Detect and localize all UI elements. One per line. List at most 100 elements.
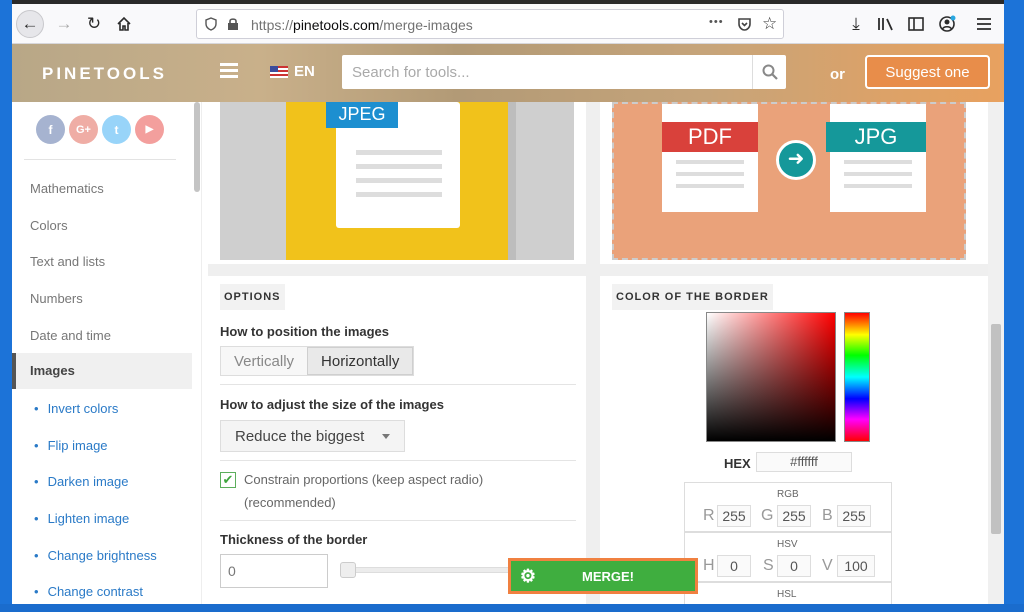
main-content: JPEG PDF JPG ➜ OPTIONS How to position t…: [208, 102, 990, 604]
hsv-group: HSV H 0 S 0 V 100: [684, 532, 892, 582]
search-button[interactable]: [752, 55, 786, 89]
border-thickness-input[interactable]: 0: [220, 554, 328, 588]
forward-button[interactable]: →: [50, 10, 78, 38]
desktop-edge-right: [1004, 0, 1024, 612]
hex-input[interactable]: #ffffff: [756, 452, 852, 472]
hsl-title: HSL: [777, 589, 797, 600]
account-icon: [939, 15, 956, 32]
search-icon: [762, 64, 778, 80]
v-label: V: [822, 557, 833, 574]
merge-button[interactable]: ⚙ MERGE!: [508, 558, 698, 594]
constrain-label[interactable]: Constrain proportions (keep aspect radio…: [244, 468, 483, 514]
s-label: S: [763, 557, 774, 574]
account-button[interactable]: [933, 10, 961, 38]
sidebar-sub-change-brightness[interactable]: Change brightness: [34, 548, 157, 563]
reload-icon: ↻: [86, 14, 102, 33]
youtube-icon[interactable]: ▶: [135, 115, 164, 144]
suggest-tool-button[interactable]: Suggest one: [865, 55, 990, 89]
downloads-button[interactable]: ⤓: [842, 10, 870, 38]
position-label: How to position the images: [220, 324, 390, 339]
url-text[interactable]: https://pinetools.com/merge-images: [251, 17, 473, 33]
sidebar-item-text-and-lists[interactable]: Text and lists: [30, 254, 105, 269]
b-input[interactable]: 255: [837, 505, 871, 527]
options-card: OPTIONS How to position the images Verti…: [208, 276, 586, 604]
sidebar-item-mathematics[interactable]: Mathematics: [30, 181, 104, 196]
us-flag-icon: [270, 65, 288, 78]
sidebar-item-colors[interactable]: Colors: [30, 218, 68, 233]
border-thickness-label: Thickness of the border: [220, 532, 368, 547]
border-thickness-slider[interactable]: [342, 567, 512, 573]
arrow-right-circle-icon: ➜: [776, 140, 816, 180]
s-input[interactable]: 0: [777, 555, 811, 577]
sidebar-toggle-button[interactable]: [902, 10, 930, 38]
facebook-icon[interactable]: f: [36, 115, 65, 144]
checkmark-icon: ✔: [222, 472, 234, 487]
g-input[interactable]: 255: [777, 505, 811, 527]
h-label: H: [703, 557, 715, 574]
sidebar-sub-change-contrast[interactable]: Change contrast: [34, 584, 143, 599]
slider-handle[interactable]: [340, 562, 356, 578]
v-input[interactable]: 100: [837, 555, 875, 577]
pocket-icon[interactable]: [737, 17, 752, 32]
size-select[interactable]: Reduce the biggest: [220, 420, 406, 452]
bookmark-star-icon[interactable]: ☆: [762, 14, 777, 34]
google-plus-icon[interactable]: G+: [69, 115, 98, 144]
sidebar-item-date-and-time[interactable]: Date and time: [30, 328, 111, 343]
hamburger-icon: [977, 18, 991, 30]
chevron-down-icon: [382, 433, 391, 439]
language-selector[interactable]: EN: [270, 63, 315, 80]
desktop-edge-bottom: [0, 604, 1024, 612]
sidebar-sub-flip-image[interactable]: Flip image: [34, 438, 108, 453]
sidebar-sub-lighten-image[interactable]: Lighten image: [34, 511, 130, 526]
sidebar-item-images[interactable]: Images: [12, 353, 192, 389]
sidebar-sub-darken-image[interactable]: Darken image: [34, 474, 129, 489]
home-icon: [117, 16, 131, 31]
shield-icon[interactable]: [205, 17, 217, 31]
home-button[interactable]: [110, 10, 138, 38]
color-picker-square[interactable]: [706, 312, 836, 442]
site-logo[interactable]: PINETOOLS: [42, 64, 167, 84]
sidebar-scrollbar[interactable]: [194, 102, 200, 192]
hue-slider[interactable]: [844, 312, 870, 442]
library-button[interactable]: [872, 10, 900, 38]
size-label: How to adjust the size of the images: [220, 397, 444, 412]
url-bar[interactable]: https://pinetools.com/merge-images ••• ☆: [196, 9, 784, 39]
lock-icon[interactable]: [227, 17, 239, 31]
h-input[interactable]: 0: [717, 555, 751, 577]
sidebar: f G+ t ▶ Mathematics Colors Text and lis…: [12, 102, 202, 604]
sidebar-divider: [24, 159, 176, 160]
right-image-card: PDF JPG ➜: [600, 102, 990, 264]
language-label: EN: [294, 63, 315, 80]
back-button[interactable]: ←: [16, 10, 44, 38]
vertically-option[interactable]: Vertically: [221, 347, 308, 375]
reload-button[interactable]: ↻: [80, 10, 108, 38]
sidebar-sub-invert-colors[interactable]: Invert colors: [34, 401, 119, 416]
horizontally-option[interactable]: Horizontally: [307, 347, 414, 375]
hsv-title: HSV: [777, 539, 798, 550]
constrain-checkbox[interactable]: ✔: [220, 472, 236, 488]
twitter-icon[interactable]: t: [102, 115, 131, 144]
constrain-label-text: Constrain proportions (keep aspect radio…: [244, 472, 484, 487]
jpg-document-icon: [830, 104, 926, 212]
menu-button[interactable]: [970, 10, 998, 38]
page-actions-icon[interactable]: •••: [709, 16, 724, 28]
rgb-title: RGB: [777, 489, 799, 500]
search-box: [342, 55, 786, 89]
page-scrollbar-thumb[interactable]: [991, 324, 1001, 534]
or-text: or: [830, 66, 845, 83]
download-icon: ⤓: [852, 14, 860, 33]
browser-toolbar: ← → ↻ https://pinetools.com/merge-images…: [12, 4, 1004, 44]
gear-icon: ⚙: [519, 565, 537, 586]
position-toggle: Vertically Horizontally: [220, 346, 415, 376]
library-icon: [878, 18, 893, 31]
r-input[interactable]: 255: [717, 505, 751, 527]
search-input[interactable]: [342, 55, 752, 89]
sidebar-icon: [908, 17, 924, 31]
sidebar-item-numbers[interactable]: Numbers: [30, 291, 83, 306]
color-card: COLOR OF THE BORDER HEX #ffffff RGB R 25…: [600, 276, 990, 604]
hsl-group: HSL: [684, 582, 892, 604]
site-menu-button[interactable]: [220, 63, 238, 79]
arrow-right-icon: →: [55, 14, 73, 33]
size-select-value: Reduce the biggest: [235, 427, 365, 445]
page-scrollbar[interactable]: [988, 102, 1004, 604]
